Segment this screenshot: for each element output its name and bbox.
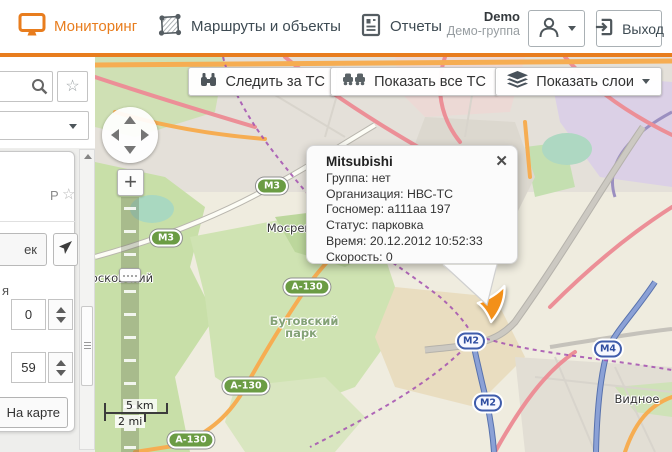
- popup-vehicle-title: Mitsubishi: [326, 154, 507, 169]
- road-badge-А-130: А-130: [283, 279, 330, 296]
- user-icon: [537, 15, 561, 42]
- chevron-down-icon: [568, 26, 576, 31]
- grip-icon: [84, 342, 91, 343]
- map-pan-control[interactable]: [102, 107, 158, 163]
- zoom-tick: [124, 382, 136, 385]
- show-on-map-button[interactable]: На карте: [0, 397, 68, 428]
- scale-mi-label: 2 mi: [115, 415, 145, 428]
- show-layers-button[interactable]: Показать слои: [495, 67, 662, 96]
- header: Мониторинг Маршруты и объекты: [0, 0, 672, 57]
- pan-right-icon[interactable]: [141, 129, 149, 141]
- popup-plate-row: Госномер: а111аа 197: [326, 202, 507, 218]
- follow-vehicle-button[interactable]: Следить за ТС: [188, 67, 337, 96]
- sidebar-scrollbar[interactable]: [79, 149, 95, 450]
- scroll-up-icon[interactable]: [84, 154, 92, 159]
- zoom-tick: [124, 290, 136, 293]
- zoom-tick: [124, 253, 136, 256]
- binoculars-icon: [200, 72, 217, 91]
- pan-down-icon[interactable]: [124, 146, 136, 154]
- vehicles-icon: [342, 72, 366, 91]
- track-button[interactable]: ек: [0, 233, 47, 266]
- close-icon[interactable]: ✕: [495, 152, 508, 170]
- step-down-icon[interactable]: [56, 317, 66, 323]
- search-icon: [31, 78, 48, 100]
- zoom-tick: [124, 359, 136, 362]
- show-all-vehicles-button[interactable]: Показать все ТС: [330, 67, 498, 96]
- report-icon: [360, 13, 382, 41]
- step-down-icon[interactable]: [56, 370, 66, 376]
- show-layers-label: Показать слои: [536, 74, 634, 90]
- favorites-filter-button[interactable]: ☆: [57, 71, 88, 102]
- tab-routes-objects[interactable]: Маршруты и объекты: [157, 0, 341, 53]
- grip-icon: [123, 275, 125, 277]
- logout-label: Выход: [622, 21, 664, 37]
- road-badge-М2: М2: [474, 395, 502, 412]
- road-badge-М3: М3: [150, 230, 182, 247]
- road-badge-А-130: А-130: [222, 378, 269, 395]
- app-window: Мониторинг Маршруты и объекты: [0, 0, 672, 452]
- scale-km-label: 5 km: [123, 399, 157, 412]
- sidebar: ☆ Р ☆ ек я На карте: [0, 57, 95, 452]
- popup-status-row: Статус: парковка: [326, 218, 507, 234]
- zoom-tick: [124, 207, 136, 210]
- popup-speed-row: Скорость: 0: [326, 250, 507, 266]
- zoom-in-button[interactable]: +: [117, 169, 144, 196]
- field-label-fragment: я: [2, 283, 9, 298]
- map-viewport[interactable]: М3М3А-130А-130А-130М2М2М4 МосковскийМоср…: [95, 57, 672, 452]
- show-all-vehicles-label: Показать все ТС: [374, 74, 486, 90]
- zoom-tick: [124, 230, 136, 233]
- zoom-tick: [124, 313, 136, 316]
- popup-organization-row: Организация: НВС-ТС: [326, 187, 507, 203]
- group-dropdown[interactable]: [0, 111, 89, 140]
- chevron-down-icon: [69, 124, 77, 129]
- minutes-to-stepper[interactable]: [48, 352, 73, 383]
- chevron-down-icon: [642, 79, 650, 84]
- logout-button[interactable]: Выход: [596, 10, 662, 47]
- zoom-tick: [124, 446, 136, 449]
- tab-monitoring[interactable]: Мониторинг: [18, 0, 137, 53]
- monitor-icon: [18, 12, 46, 42]
- follow-vehicle-label: Следить за ТС: [225, 74, 325, 90]
- step-up-icon[interactable]: [56, 360, 66, 366]
- map-scale-bar: 5 km 2 mi: [104, 397, 174, 433]
- locate-button[interactable]: [53, 233, 78, 266]
- navigate-arrow-icon: [58, 240, 73, 260]
- user-name: Demo: [447, 9, 520, 24]
- zoom-slider-handle[interactable]: [119, 268, 141, 282]
- road-badge-А-130: А-130: [167, 432, 214, 449]
- road-badge-М4: М4: [594, 341, 622, 358]
- tab-reports-label: Отчеты: [390, 18, 442, 35]
- place-label: парк: [285, 326, 317, 340]
- tab-reports[interactable]: Отчеты: [360, 0, 442, 53]
- step-up-icon[interactable]: [56, 307, 66, 313]
- minutes-from-input[interactable]: [11, 299, 46, 330]
- vehicle-name-fragment: Р: [50, 188, 59, 203]
- popup-time-row: Время: 20.12.2012 10:52:33: [326, 234, 507, 250]
- layers-icon: [507, 71, 528, 92]
- current-user-info: Demo Демо-группа: [447, 9, 520, 39]
- scrollbar-thumb[interactable]: [81, 306, 93, 386]
- minutes-from-stepper[interactable]: [48, 299, 73, 330]
- popup-tail: [441, 264, 501, 307]
- popup-group-row: Группа: нет: [326, 171, 507, 187]
- pan-left-icon[interactable]: [111, 129, 119, 141]
- road-badge-М2: М2: [457, 333, 485, 350]
- user-group: Демо-группа: [447, 24, 520, 39]
- exit-icon: [594, 16, 615, 41]
- place-label: Видное: [615, 392, 660, 406]
- tab-routes-label: Маршруты и объекты: [191, 18, 341, 35]
- tab-monitoring-label: Мониторинг: [54, 18, 137, 35]
- vehicle-popup: Mitsubishi ✕ Группа: нет Организация: НВ…: [306, 145, 518, 264]
- pan-up-icon[interactable]: [124, 116, 136, 124]
- minutes-to-input[interactable]: [11, 352, 46, 383]
- polygon-icon: [157, 12, 183, 42]
- favorite-star-icon[interactable]: ☆: [62, 185, 75, 203]
- zoom-tick: [124, 336, 136, 339]
- card-divider: [0, 221, 75, 222]
- user-menu-button[interactable]: [528, 10, 585, 47]
- road-badge-М3: М3: [256, 178, 288, 195]
